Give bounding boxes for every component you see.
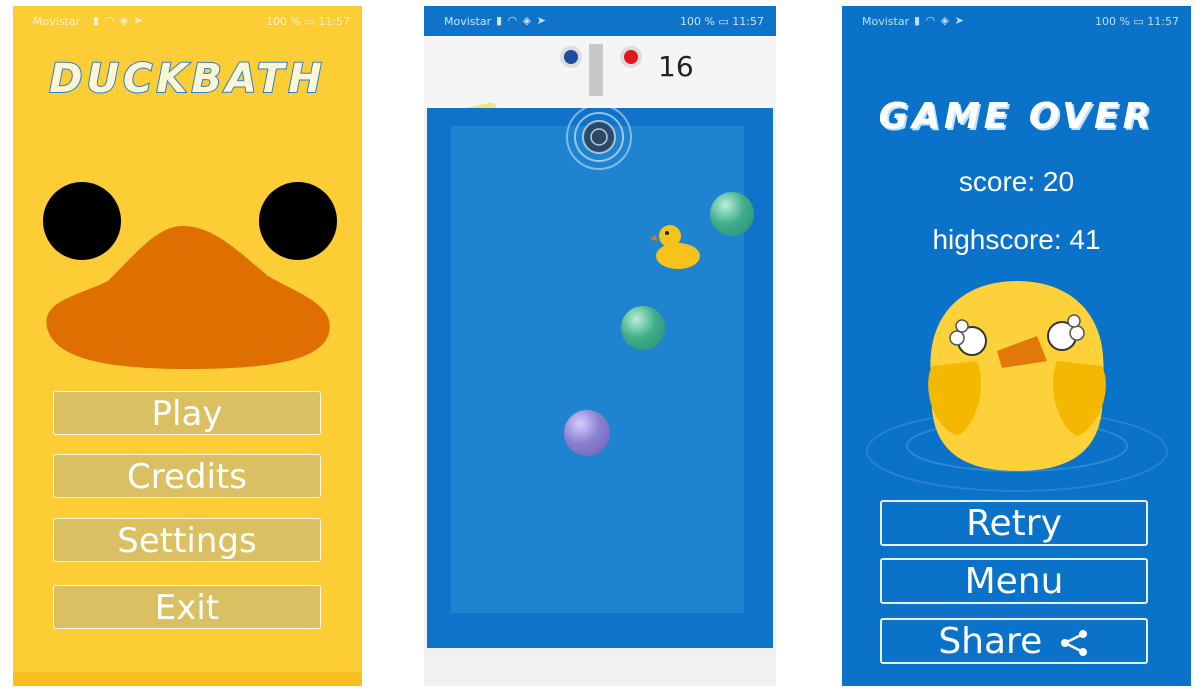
signal-wifi-icons: ▮ ◠ ◈ ➤	[914, 14, 965, 27]
clock: 11:57	[1147, 15, 1179, 28]
retry-button[interactable]: Retry	[880, 500, 1148, 546]
gameplay-screen: Movistar ▮ ◠ ◈ ➤ 100 % ▭ 11:57 SELF 16	[424, 6, 776, 686]
status-right: 100 % ▭ 11:57	[680, 15, 764, 28]
green-bubble	[621, 306, 665, 350]
high-score: highscore: 41	[932, 224, 1101, 255]
exit-button[interactable]: Exit	[53, 585, 321, 629]
score-counter: 16	[658, 50, 694, 83]
purple-bubble	[564, 410, 610, 456]
green-bubble	[710, 192, 754, 236]
pool-water	[451, 126, 744, 613]
status-bar: Movistar ▮ ◠ ◈ ➤ 100 % ▭ 11:57	[13, 6, 362, 36]
title-screen: Movistar ▮ ◠ ◈ ➤ 100 % ▭ 11:57 DUCKBATH …	[13, 6, 362, 686]
status-bar: Movistar ▮ ◠ ◈ ➤ 100 % ▭ 11:57	[842, 6, 1191, 36]
battery-percent: 100 %	[679, 15, 715, 28]
blue-team-dot	[560, 46, 582, 68]
battery-icon: ▭	[1133, 15, 1148, 28]
battery-icon: ▭	[304, 15, 319, 28]
share-label: Share	[938, 621, 1043, 662]
signal-wifi-icons: ▮ ◠ ◈ ➤	[496, 14, 547, 27]
game-over-screen: Movistar ▮ ◠ ◈ ➤ 100 % ▭ 11:57 GAME OVER…	[842, 6, 1191, 686]
play-button[interactable]: Play	[53, 391, 321, 435]
share-icon	[1060, 630, 1087, 656]
game-over-title: GAME OVER	[878, 95, 1155, 138]
bottom-band	[13, 672, 362, 686]
clock: 11:57	[732, 15, 764, 28]
status-bar: Movistar ▮ ◠ ◈ ➤ 100 % ▭ 11:57	[424, 6, 776, 36]
clock: 11:57	[318, 15, 350, 28]
share-button[interactable]: Share	[880, 618, 1148, 664]
menu-button[interactable]: Menu	[880, 558, 1148, 604]
rubber-duck-icon[interactable]	[650, 220, 702, 272]
duck-beak	[46, 226, 330, 369]
settings-button[interactable]: Settings	[53, 518, 321, 562]
battery-percent: 100 %	[265, 15, 301, 28]
status-right: 100 % ▭ 11:57	[1095, 15, 1179, 28]
carrier-label: Movistar	[33, 15, 81, 28]
final-score: score: 20	[958, 166, 1075, 197]
status-right: 100 % ▭ 11:57	[266, 15, 350, 28]
carrier-label: Movistar	[444, 15, 492, 28]
battery-percent: 100 %	[1094, 15, 1130, 28]
credits-button[interactable]: Credits	[53, 454, 321, 498]
drain-pole	[589, 44, 603, 96]
game-logo: DUCKBATH	[48, 55, 326, 103]
signal-wifi-icons: ▮ ◠ ◈ ➤	[93, 14, 144, 27]
red-team-dot	[620, 46, 642, 68]
crying-duck-icon	[866, 281, 1168, 492]
battery-icon: ▭	[718, 15, 733, 28]
drain-ripple	[566, 104, 632, 170]
carrier-label: Movistar	[862, 15, 910, 28]
